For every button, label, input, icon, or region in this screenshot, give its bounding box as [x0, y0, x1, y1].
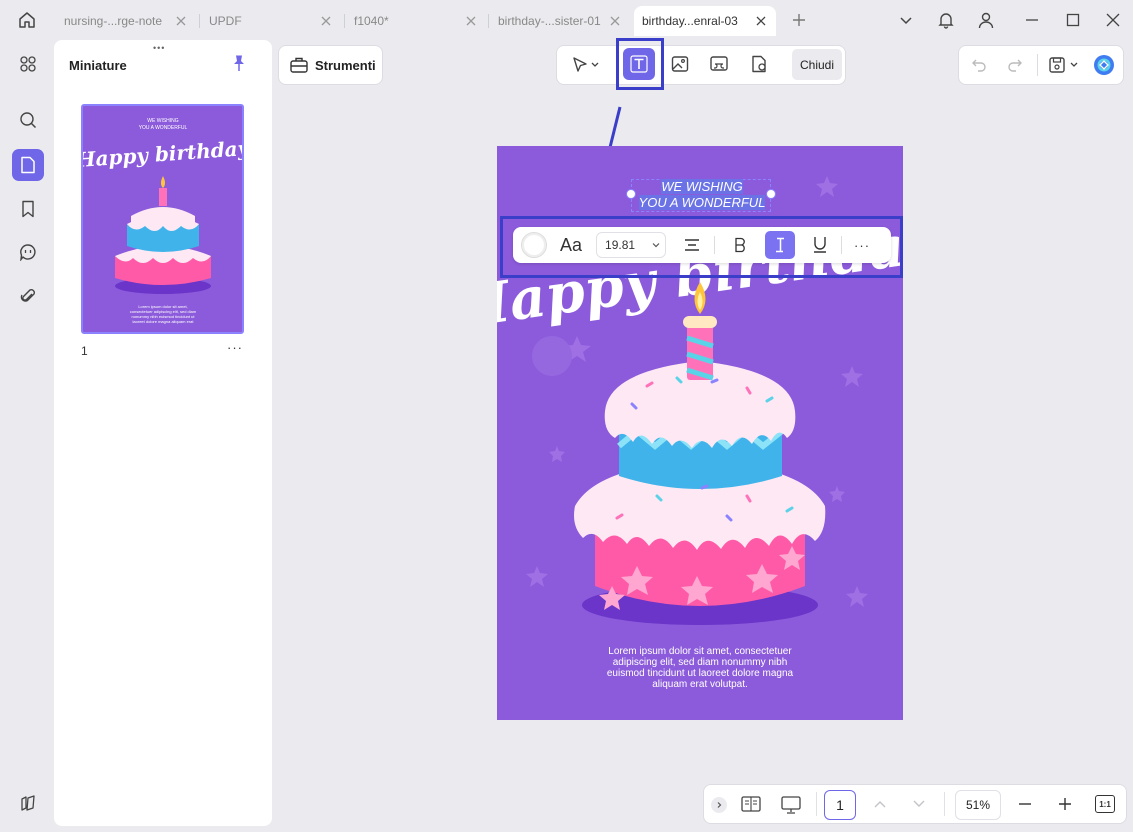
panel-grip[interactable]: ••• [153, 43, 165, 53]
align-center-icon[interactable] [678, 232, 706, 258]
pages-icon[interactable] [12, 149, 44, 181]
minimize-icon[interactable] [1019, 8, 1045, 32]
text-tool-icon[interactable] [623, 48, 655, 80]
svg-text:YOU A WONDERFUL: YOU A WONDERFUL [139, 125, 188, 131]
redo-icon[interactable] [999, 49, 1031, 81]
bold-icon[interactable] [725, 231, 755, 259]
chevron-down-icon[interactable] [911, 797, 927, 814]
watermark-tool-icon[interactable] [743, 48, 775, 80]
bar-divider [816, 792, 817, 816]
zoom-out-icon[interactable] [1018, 797, 1032, 814]
attachment-icon[interactable] [12, 280, 44, 312]
toolbox-icon [289, 56, 309, 74]
close-icon[interactable] [754, 14, 768, 28]
svg-text:WE WISHING: WE WISHING [147, 118, 178, 124]
toolbar-divider [1037, 54, 1038, 76]
chevron-up-icon[interactable] [872, 797, 888, 814]
window-close-icon[interactable] [1100, 8, 1126, 32]
close-edit-button[interactable]: Chiudi [792, 49, 842, 80]
title-bar: nursing-...rge-note UPDF f1040* birthday… [0, 0, 1133, 40]
font-size-select[interactable]: 19.81 [596, 232, 667, 258]
thumbnail-page-number: 1 [81, 344, 88, 358]
page-thumbnail[interactable]: WE WISHING YOU A WONDERFUL Happy birthda… [81, 104, 244, 334]
zoom-in-icon[interactable] [1058, 797, 1072, 814]
text-format-toolbar: Aa 19.81 ··· [513, 227, 891, 263]
italic-icon[interactable] [765, 231, 796, 259]
tab-label: birthday...enral-03 [642, 14, 738, 28]
tools-button[interactable]: Strumenti [278, 45, 383, 85]
font-family-button[interactable]: Aa [560, 235, 582, 256]
close-icon[interactable] [608, 14, 622, 28]
bell-icon[interactable] [933, 8, 959, 32]
right-toolbar [958, 45, 1124, 85]
svg-text:laoreet dolore magna aliquam e: laoreet dolore magna aliquam erat [133, 319, 195, 324]
new-tab-icon[interactable] [786, 8, 812, 32]
bookmark-icon[interactable] [12, 193, 44, 225]
bar-divider [944, 792, 945, 816]
tab-birthday-enral[interactable]: birthday...enral-03 [634, 6, 776, 36]
font-color-swatch[interactable] [521, 232, 547, 258]
tab-divider [344, 14, 345, 28]
wish-line-1: WE WISHING [661, 179, 743, 194]
more-options-icon[interactable]: ··· [854, 238, 870, 253]
tab-updf[interactable]: UPDF [201, 6, 341, 36]
toolbar-divider [714, 236, 716, 254]
apps-icon[interactable] [12, 48, 44, 80]
close-icon[interactable] [464, 14, 478, 28]
bottom-bar: 1 51% 1:1 [703, 784, 1127, 824]
toolbar-divider [841, 236, 843, 254]
tools-label: Strumenti [315, 57, 376, 73]
thumbnail-panel: ••• Miniature WE WISHING YOU A WONDERFUL… [54, 40, 272, 826]
account-icon[interactable] [973, 8, 999, 32]
tab-label: nursing-...rge-note [64, 14, 163, 28]
tab-label: birthday-...sister-01 [498, 14, 601, 28]
undo-icon[interactable] [963, 49, 995, 81]
more-icon[interactable]: ··· [227, 340, 243, 355]
close-icon[interactable] [174, 14, 188, 28]
tab-divider [488, 14, 489, 28]
chevron-down-icon [651, 240, 661, 250]
image-tool-icon[interactable] [664, 48, 696, 80]
home-icon[interactable] [14, 8, 40, 32]
wish-line-2: YOU A WONDERFUL [638, 195, 766, 210]
underline-icon[interactable] [805, 231, 835, 259]
tab-nursing[interactable]: nursing-...rge-note [56, 6, 196, 36]
select-tool-icon[interactable] [565, 49, 607, 81]
tab-birthday-sister[interactable]: birthday-...sister-01 [490, 6, 630, 36]
actual-size-button[interactable]: 1:1 [1095, 795, 1115, 813]
panel-title: Miniature [69, 58, 127, 73]
presentation-icon[interactable] [780, 795, 802, 818]
page-number-input[interactable]: 1 [824, 790, 856, 820]
pin-icon[interactable] [231, 54, 247, 75]
tab-label: UPDF [209, 14, 242, 28]
link-tool-icon[interactable] [703, 48, 735, 80]
maximize-icon[interactable] [1060, 8, 1086, 32]
layers-icon[interactable] [12, 787, 44, 819]
tab-f1040[interactable]: f1040* [346, 6, 486, 36]
left-rail [0, 40, 54, 832]
close-icon[interactable] [319, 14, 333, 28]
comment-icon[interactable] [12, 236, 44, 268]
ai-assistant-icon[interactable] [1088, 49, 1120, 81]
zoom-level[interactable]: 51% [955, 790, 1001, 820]
save-icon[interactable] [1044, 49, 1086, 81]
tab-label: f1040* [354, 14, 389, 28]
tab-divider [199, 14, 200, 28]
body-text: Lorem ipsum dolor sit amet, consectetuer… [606, 646, 794, 690]
chevron-right-icon[interactable] [711, 797, 727, 813]
search-icon[interactable] [12, 104, 44, 136]
chevron-down-icon[interactable] [893, 8, 919, 32]
font-size-value: 19.81 [605, 238, 636, 252]
reading-mode-icon[interactable] [740, 795, 762, 816]
